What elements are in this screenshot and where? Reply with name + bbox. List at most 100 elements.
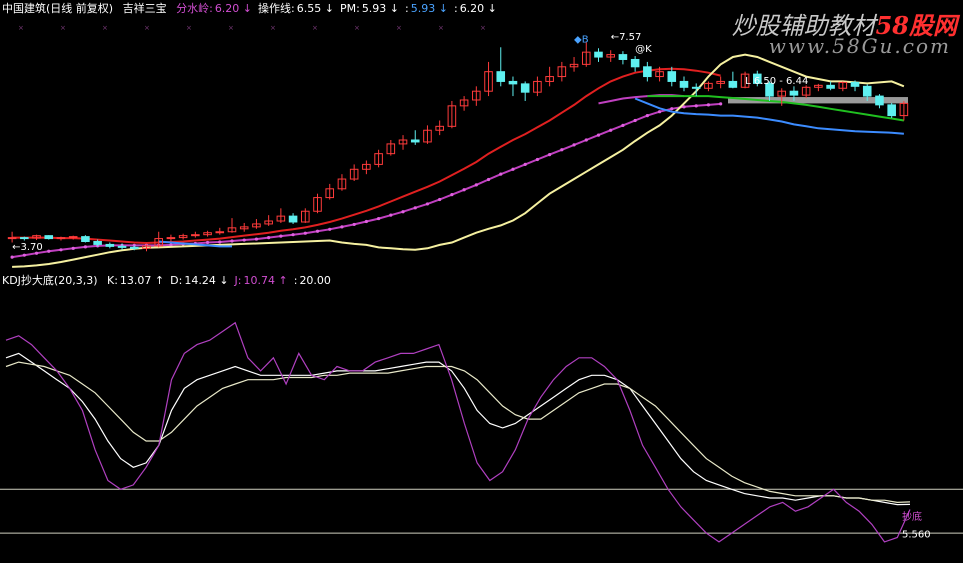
ma-dot xyxy=(328,227,332,231)
candle xyxy=(191,231,200,238)
ma-dot xyxy=(47,249,51,253)
candle xyxy=(899,100,909,121)
candle xyxy=(337,174,347,191)
ma-dot xyxy=(584,138,588,142)
candle xyxy=(20,236,29,241)
kdj-annotation-1: 5.560 xyxy=(902,529,931,540)
top-marker: × xyxy=(396,24,402,32)
ma-dot xyxy=(499,172,503,176)
chart-canvas[interactable]: × × × × × × × × × × × ×←3.70←7.57@K◆BL 6.50 - 6.44 … xyxy=(0,0,963,563)
ma-dot xyxy=(401,210,405,214)
candle xyxy=(679,76,689,92)
candle-body xyxy=(410,139,420,143)
candle-body xyxy=(875,95,884,106)
ma-dot xyxy=(242,238,246,242)
top-marker: × xyxy=(480,24,486,32)
candle xyxy=(533,76,542,97)
candle xyxy=(826,81,835,91)
candle-body xyxy=(520,83,530,93)
candle xyxy=(288,213,298,224)
candle xyxy=(374,149,383,168)
top-marker: × xyxy=(144,24,150,32)
price-annotation-1: ←7.57 xyxy=(611,32,642,43)
candle-body xyxy=(215,231,225,234)
candle xyxy=(508,76,518,97)
candle-body xyxy=(887,104,896,117)
top-marker: × xyxy=(312,24,318,32)
candle xyxy=(716,76,725,89)
candle-body xyxy=(117,245,127,248)
candle xyxy=(264,215,273,226)
ma-dot xyxy=(352,222,356,227)
candle-body xyxy=(191,234,200,237)
candle-body xyxy=(826,84,835,89)
candle xyxy=(850,80,860,92)
ma-line-1 xyxy=(11,102,721,259)
ma-dot xyxy=(609,128,613,132)
candle-body xyxy=(643,66,652,78)
ma-dot xyxy=(572,143,576,147)
candle-body xyxy=(93,241,102,245)
candle-body xyxy=(862,85,872,97)
ma-dot xyxy=(645,114,649,118)
candle xyxy=(166,234,176,242)
ma-dot xyxy=(438,197,442,202)
price-annotation-4: L 6.50 - 6.44 xyxy=(745,76,808,87)
ma-dot xyxy=(621,123,625,127)
ma-dot xyxy=(413,206,417,210)
candle xyxy=(484,61,493,97)
candle xyxy=(581,42,591,67)
ma-dot xyxy=(218,240,222,244)
kdj-line-J xyxy=(5,321,911,543)
ma-dot xyxy=(548,153,552,157)
candle xyxy=(44,235,54,240)
candle xyxy=(252,219,261,229)
candle-body xyxy=(679,80,689,88)
candle-body xyxy=(667,71,677,82)
ma-dot xyxy=(474,183,478,187)
ma-dot xyxy=(267,236,271,240)
candle xyxy=(728,71,738,89)
ma-dot xyxy=(71,246,75,250)
ma-dot xyxy=(450,193,454,197)
candle-body xyxy=(850,81,860,87)
ma-dot xyxy=(706,103,711,107)
kdj-annotation-0: 抄底 xyxy=(902,510,922,523)
candle xyxy=(875,94,884,109)
candle xyxy=(423,125,432,144)
candle xyxy=(618,51,628,65)
candle xyxy=(325,183,335,200)
ma-dot xyxy=(694,104,698,108)
ma-dot xyxy=(83,245,88,249)
candle-body xyxy=(166,237,176,240)
price-annotation-0: ←3.70 xyxy=(12,242,43,253)
candle xyxy=(838,81,848,92)
ma-dot xyxy=(315,229,320,233)
top-marker: × xyxy=(102,24,108,32)
candle-body xyxy=(789,90,799,96)
candle xyxy=(630,56,640,72)
kdj-panel: 抄底 5.560 xyxy=(0,321,963,543)
kdj-line-D xyxy=(5,361,911,504)
ma-dot xyxy=(486,177,491,182)
ma-line-5 xyxy=(634,97,904,135)
candle xyxy=(472,86,481,106)
top-marker: × xyxy=(438,24,444,32)
candle-body xyxy=(728,80,738,88)
top-marker: × xyxy=(354,24,360,32)
ma-dot xyxy=(205,240,210,245)
candle xyxy=(81,235,90,243)
candle xyxy=(704,81,713,92)
ma-dot xyxy=(535,157,540,162)
candle xyxy=(56,236,66,241)
candle xyxy=(349,164,359,181)
candle xyxy=(520,81,530,101)
candle xyxy=(814,83,823,92)
candle-body xyxy=(56,237,66,240)
kdj-line-K xyxy=(5,352,911,506)
top-marker: × xyxy=(228,24,234,32)
ma-dot xyxy=(670,107,674,111)
ma-dot xyxy=(22,253,26,257)
ma-dot xyxy=(657,110,662,114)
price-annotation-3: ◆B xyxy=(574,34,589,45)
